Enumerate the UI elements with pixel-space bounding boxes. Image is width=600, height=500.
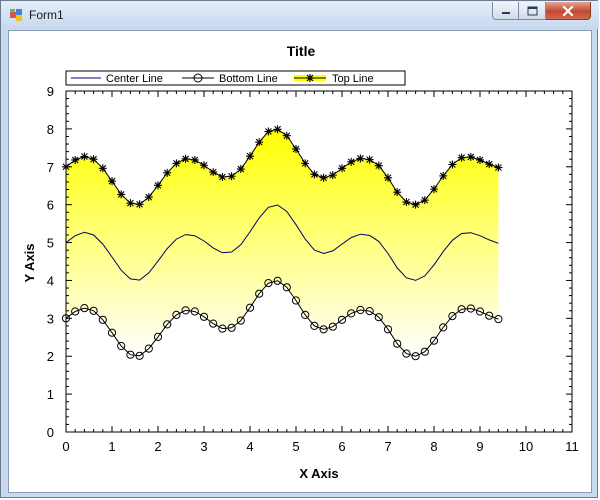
- top-point: [476, 155, 484, 164]
- top-point: [384, 173, 392, 182]
- y-tick-label: 0: [47, 425, 54, 440]
- x-tick-label: 0: [62, 439, 69, 454]
- x-tick-label: 4: [246, 439, 253, 454]
- top-point: [282, 131, 291, 140]
- top-point: [301, 159, 310, 168]
- top-point: [126, 199, 135, 208]
- x-tick-label: 6: [338, 439, 345, 454]
- x-tick-label: 8: [430, 439, 437, 454]
- top-point: [98, 164, 107, 173]
- legend: Center Line Bottom Line Top Line: [65, 70, 406, 86]
- chart-title: Title: [287, 43, 316, 59]
- top-point: [485, 160, 494, 169]
- x-tick-label: 3: [200, 439, 207, 454]
- top-point: [356, 154, 365, 163]
- top-point: [117, 190, 126, 199]
- title-bar[interactable]: Form1: [1, 1, 599, 29]
- x-tick-label: 9: [476, 439, 483, 454]
- y-tick-label: 4: [47, 273, 54, 288]
- top-point: [310, 170, 319, 179]
- y-tick-label: 3: [47, 311, 54, 326]
- top-point: [200, 161, 208, 170]
- app-window: Form1 Title Center Line Bottom Line Top …: [0, 0, 599, 498]
- legend-top-marker: [306, 74, 314, 82]
- top-point: [209, 168, 218, 177]
- top-point: [236, 165, 245, 174]
- y-tick-label: 7: [47, 160, 54, 175]
- plot-area: 0 1 2 3 4 5 6 7 8 9 10 11 0 1 2 3 4 5 6 7 8 9: [47, 84, 579, 454]
- top-point: [494, 163, 503, 172]
- top-point: [190, 155, 199, 164]
- chart: Title Center Line Bottom Line Top Line 0…: [22, 43, 579, 481]
- y-tick-label: 5: [47, 236, 54, 251]
- fill-band: [66, 129, 499, 357]
- x-tick-label: 10: [519, 439, 533, 454]
- top-point: [255, 138, 264, 147]
- y-tick-label: 1: [47, 387, 54, 402]
- y-tick-label: 2: [47, 349, 54, 364]
- top-point: [448, 160, 457, 169]
- minimize-icon: [501, 11, 510, 14]
- top-point: [264, 127, 273, 136]
- window-title: Form1: [29, 8, 64, 22]
- close-button[interactable]: [546, 2, 591, 20]
- top-point: [108, 177, 116, 186]
- top-point: [430, 185, 438, 194]
- top-point: [135, 200, 144, 209]
- top-point: [80, 152, 89, 161]
- close-icon: [562, 5, 574, 16]
- y-tick-label: 8: [47, 122, 54, 137]
- legend-top-label: Top Line: [332, 73, 374, 85]
- top-point: [181, 154, 190, 163]
- x-axis-label: X Axis: [299, 466, 338, 481]
- top-point: [319, 173, 328, 182]
- top-point: [420, 196, 429, 205]
- top-point: [154, 181, 162, 190]
- maximize-icon: [527, 6, 537, 15]
- x-tick-label: 1: [108, 439, 115, 454]
- top-point: [457, 153, 466, 162]
- y-axis-label: Y Axis: [22, 243, 37, 282]
- top-point: [227, 172, 236, 181]
- top-point: [439, 171, 448, 180]
- y-tick-label: 9: [47, 84, 54, 99]
- legend-bottom-label: Bottom Line: [219, 73, 278, 85]
- top-point: [393, 188, 402, 197]
- top-point: [246, 152, 254, 161]
- top-point: [292, 144, 300, 153]
- top-point: [71, 155, 80, 164]
- top-point: [411, 200, 420, 209]
- maximize-button[interactable]: [519, 2, 546, 20]
- top-point: [338, 164, 346, 173]
- top-point: [163, 168, 172, 177]
- top-point: [273, 125, 282, 134]
- legend-center-label: Center Line: [106, 73, 163, 85]
- top-point: [218, 173, 227, 182]
- minimize-button[interactable]: [492, 2, 519, 20]
- top-point: [144, 193, 153, 202]
- top-point: [172, 159, 181, 168]
- top-point: [466, 152, 475, 161]
- top-point: [402, 198, 411, 207]
- x-tick-label: 11: [565, 439, 579, 454]
- top-point: [374, 161, 383, 170]
- x-tick-label: 7: [384, 439, 391, 454]
- x-tick-label: 5: [292, 439, 299, 454]
- x-tick-label: 2: [154, 439, 161, 454]
- y-tick-label: 6: [47, 198, 54, 213]
- top-point: [89, 155, 98, 164]
- top-point: [328, 171, 337, 180]
- app-icon: [10, 9, 22, 21]
- top-point: [347, 157, 356, 166]
- chart-panel: Title Center Line Bottom Line Top Line 0…: [8, 30, 592, 493]
- top-point: [365, 155, 374, 164]
